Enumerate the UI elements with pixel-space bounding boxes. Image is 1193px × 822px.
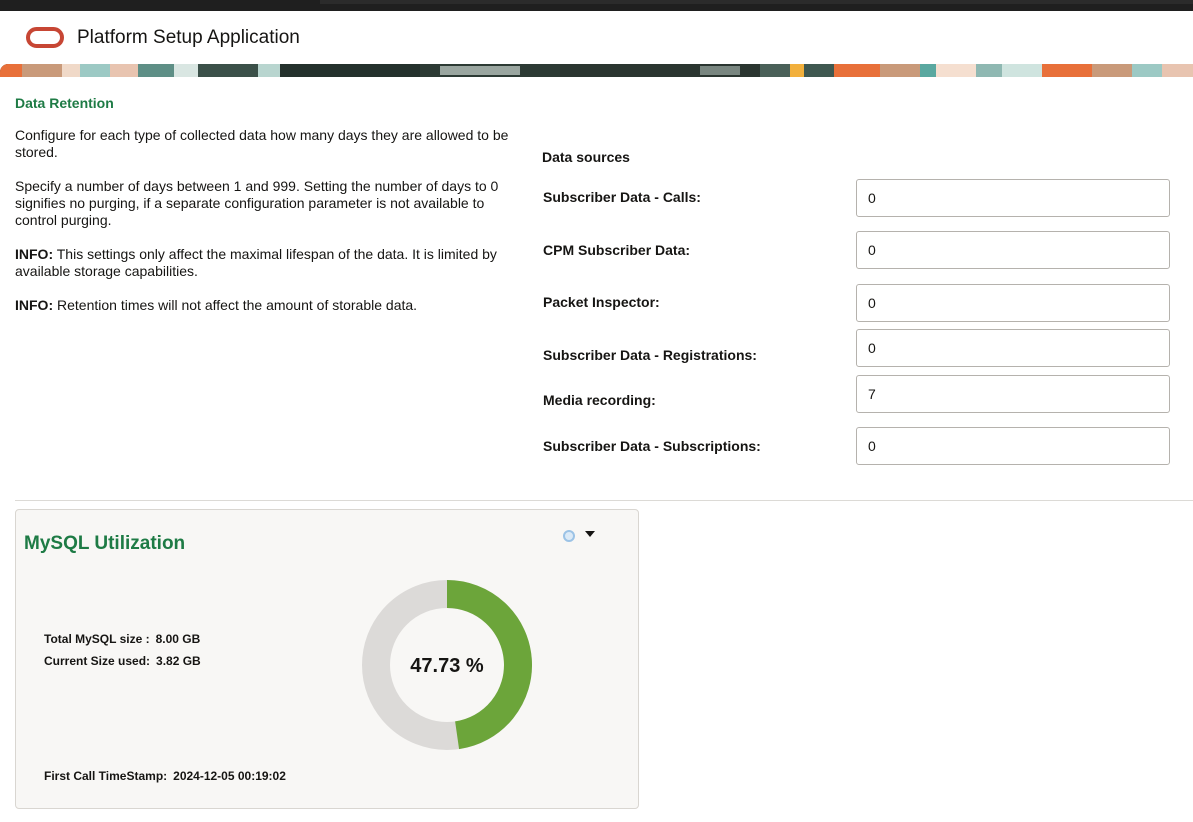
app-title: Platform Setup Application [77, 27, 300, 48]
label-subscriber-registrations: Subscriber Data - Registrations: [543, 347, 757, 363]
description-paragraph: Configure for each type of collected dat… [15, 127, 509, 160]
info-paragraph: INFO: This settings only affect the maxi… [15, 246, 510, 280]
total-size-label: Total MySQL size : [44, 632, 150, 646]
window-top-strip [0, 0, 1193, 11]
oracle-logo-icon [26, 27, 64, 48]
banner-pattern-icon [0, 64, 1193, 77]
timestamp-value: 2024-12-05 00:19:02 [173, 769, 286, 783]
label-media-recording: Media recording: [543, 392, 656, 408]
info-paragraph: INFO: Retention times will not affect th… [15, 297, 510, 314]
app-header: Platform Setup Application [0, 11, 1193, 64]
timestamp-row: First Call TimeStamp: 2024-12-05 00:19:02 [44, 769, 286, 783]
decorative-banner [0, 64, 1193, 77]
input-packet-inspector[interactable] [856, 284, 1170, 322]
input-subscriber-registrations[interactable] [856, 329, 1170, 367]
card-menu-dropdown-icon[interactable] [585, 531, 595, 537]
label-subscriber-subscriptions: Subscriber Data - Subscriptions: [543, 438, 761, 454]
total-size-row: Total MySQL size : 8.00 GB [44, 632, 200, 646]
donut-percent-label: 47.73 % [410, 655, 484, 677]
label-subscriber-calls: Subscriber Data - Calls: [543, 189, 701, 205]
used-size-value: 3.82 GB [156, 654, 201, 668]
used-size-label: Current Size used: [44, 654, 151, 668]
input-subscriber-calls[interactable] [856, 179, 1170, 217]
total-size-value: 8.00 GB [155, 632, 201, 646]
label-cpm-subscriber-data: CPM Subscriber Data: [543, 242, 691, 258]
info-text: This settings only affect the maximal li… [15, 246, 497, 279]
section-title: Data Retention [15, 95, 114, 111]
info-text: Retention times will not affect the amou… [53, 297, 418, 313]
section-divider [15, 500, 1193, 501]
input-media-recording[interactable] [856, 375, 1170, 413]
refresh-indicator-icon[interactable] [563, 530, 575, 542]
mysql-utilization-card: MySQL Utilization Total MySQL size : 8.00… [15, 509, 639, 809]
data-sources-heading: Data sources [542, 149, 630, 165]
timestamp-label: First Call TimeStamp: [44, 769, 168, 783]
description-paragraph: Specify a number of days between 1 and 9… [15, 178, 499, 228]
window-top-strip-segment [320, 0, 1193, 4]
used-size-row: Current Size used: 3.82 GB [44, 654, 201, 668]
card-title: MySQL Utilization [24, 533, 186, 554]
input-cpm-subscriber-data[interactable] [856, 231, 1170, 269]
info-prefix: INFO: [15, 246, 54, 262]
label-packet-inspector: Packet Inspector: [543, 294, 660, 310]
info-prefix: INFO: [15, 297, 54, 313]
section-description: Configure for each type of collected dat… [15, 127, 510, 331]
input-subscriber-subscriptions[interactable] [856, 427, 1170, 465]
